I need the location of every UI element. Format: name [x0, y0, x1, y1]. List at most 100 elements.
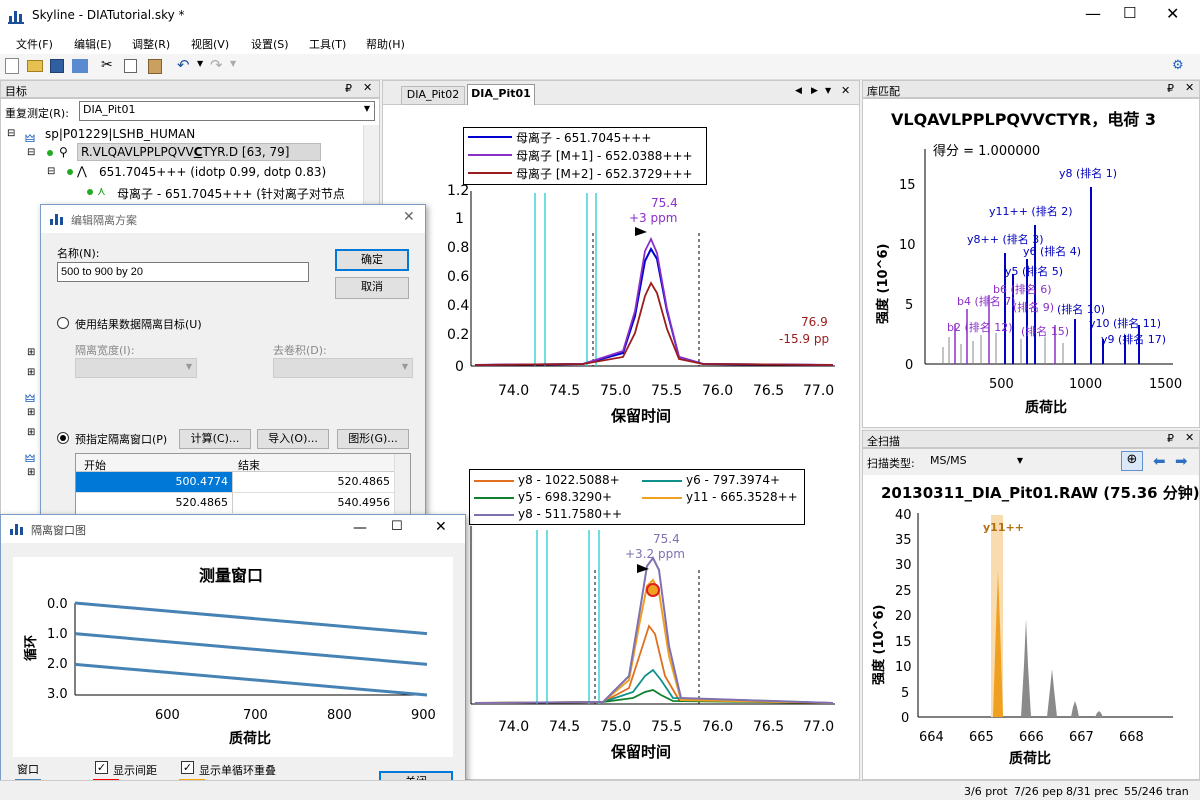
paste-icon[interactable] — [148, 59, 162, 74]
y-tick: 1 — [455, 211, 464, 227]
redo-dropdown-icon[interactable]: ▼ — [230, 59, 236, 68]
close-icon[interactable]: ✕ — [1166, 4, 1179, 23]
legend-swatch — [468, 172, 512, 174]
status-peptides: 7/26 pep — [1014, 785, 1063, 798]
ion-label: y11++ — [983, 521, 1024, 534]
ok-button[interactable]: 确定 — [335, 249, 409, 271]
table-cell[interactable]: 520.4865 — [232, 472, 394, 492]
table-cell[interactable]: 520.4865 — [76, 493, 232, 513]
cancel-button[interactable]: 取消 — [335, 277, 409, 299]
new-file-icon[interactable] — [5, 58, 19, 74]
tab-next-icon[interactable]: ▶ — [811, 86, 818, 96]
collapse-icon[interactable]: ⊟ — [7, 128, 15, 139]
targets-close-icon[interactable]: ✕ — [363, 81, 372, 94]
fullscan-close-icon[interactable]: ✕ — [1185, 431, 1194, 444]
cut-icon[interactable]: ✂ — [101, 57, 113, 73]
radio-use-results[interactable] — [57, 317, 69, 329]
scan-type-label: 扫描类型: — [867, 457, 915, 470]
save-icon[interactable] — [50, 59, 64, 73]
menu-settings[interactable]: 设置(S) — [251, 36, 289, 52]
menu-help[interactable]: 帮助(H) — [366, 36, 405, 52]
window-chart-area: 测量窗口 0.0 1.0 2.0 3.0 600 700 800 900 质荷比… — [13, 557, 453, 757]
dialog-close-icon[interactable]: ✕ — [403, 209, 415, 225]
arrow-right-icon[interactable]: ➡ — [1175, 452, 1188, 470]
table-row[interactable]: 520.4865 540.4956 — [76, 492, 394, 513]
tab-dia-pit01[interactable]: DIA_Pit01 — [467, 84, 535, 105]
table-row[interactable]: 500.4774 520.4865 — [76, 472, 394, 492]
fullscan-spectrum: 20130311_DIA_Pit01.RAW (75.36 分钟) 40 35 … — [871, 484, 1199, 767]
copy-icon[interactable] — [124, 59, 137, 73]
x-tick: 76.0 — [702, 383, 733, 399]
collapse-icon[interactable]: ⊟ — [27, 147, 35, 158]
menu-tools[interactable]: 工具(T) — [309, 36, 346, 52]
table-scrollbar[interactable] — [394, 454, 410, 516]
fullscan-pane: 扫描类型: MS/MS ▼ ⊕ ⬅ ➡ 20130311_DIA_Pit01.R… — [862, 448, 1200, 780]
import-icon[interactable] — [72, 59, 88, 73]
zoom-icon[interactable]: ⊕ — [1121, 451, 1143, 471]
options-icon[interactable]: ⚙ — [1172, 58, 1184, 73]
import-button[interactable]: 导入(O)... — [257, 429, 329, 449]
peak-label: y6 (排名 4) — [1023, 244, 1081, 258]
x-tick: 77.0 — [803, 719, 834, 735]
tab-menu-icon[interactable]: ▼ — [825, 86, 831, 95]
collapse-icon[interactable]: ⊟ — [47, 166, 55, 177]
menu-refine[interactable]: 调整(R) — [132, 36, 170, 52]
open-folder-icon[interactable] — [27, 60, 43, 72]
peptide-node[interactable]: R.VLQAVLPPLPQVVCTYR.D [63, 79] — [77, 143, 321, 161]
selected-point-icon[interactable] — [646, 583, 660, 597]
expand-icon[interactable]: ⊞ — [27, 467, 35, 478]
undo-icon[interactable]: ↶ — [177, 56, 190, 74]
scan-type-select[interactable]: MS/MS ▼ — [927, 453, 1027, 471]
y-tick: 1.2 — [447, 183, 469, 199]
expand-icon[interactable]: ⊞ — [27, 427, 35, 438]
pin-icon[interactable]: ₽ — [1167, 82, 1174, 95]
undo-dropdown-icon[interactable]: ▼ — [197, 59, 203, 68]
name-input[interactable] — [57, 262, 309, 282]
y-tick: 3.0 — [47, 687, 68, 702]
minimize-icon[interactable]: — — [353, 520, 367, 536]
pin-icon[interactable]: ₽ — [1167, 432, 1174, 445]
y-tick: 1.0 — [47, 627, 68, 642]
fragment-legend: y8 - 1022.5088+ y6 - 797.3974+ y5 - 698.… — [469, 469, 805, 525]
expand-icon[interactable]: ⊞ — [27, 347, 35, 358]
maximize-icon[interactable]: ☐ — [1123, 4, 1136, 22]
isolation-width-select[interactable]: ▼ — [75, 358, 197, 378]
minimize-icon[interactable]: — — [1085, 4, 1101, 23]
expand-icon[interactable]: ⊞ — [27, 367, 35, 378]
tab-prev-icon[interactable]: ◀ — [795, 86, 802, 96]
peak-label: (排名 9) — [1013, 300, 1054, 314]
menu-view[interactable]: 视图(V) — [191, 36, 229, 52]
show-overlap-label: 显示单循环重叠 — [199, 764, 276, 777]
calculate-button[interactable]: 计算(C)... — [179, 429, 251, 449]
menu-edit[interactable]: 编辑(E) — [74, 36, 112, 52]
peptide-seq-a: R.VLQAVLPPLPQVV — [81, 145, 194, 159]
expand-icon[interactable]: ⊞ — [27, 407, 35, 418]
dialog-close-icon[interactable]: ✕ — [435, 519, 447, 535]
graph-button[interactable]: 图形(G)... — [337, 429, 409, 449]
redo-icon[interactable]: ↷ — [210, 56, 223, 74]
replicate-value: DIA_Pit01 — [83, 103, 136, 116]
table-cell[interactable]: 540.4956 — [232, 493, 394, 513]
deconvolution-select[interactable]: ▼ — [273, 358, 413, 378]
protein-node[interactable]: sp|P01229|LSHB_HUMAN — [45, 127, 195, 141]
radio-predefined[interactable] — [57, 432, 69, 444]
arrow-left-icon[interactable]: ⬅ — [1153, 452, 1166, 470]
y8-double-trace — [474, 556, 834, 704]
x-tick: 600 — [155, 708, 180, 723]
chrom-close-icon[interactable]: ✕ — [841, 84, 850, 97]
x-ticks: 664 665 666 667 668 — [919, 730, 1144, 745]
replicate-select[interactable]: DIA_Pit01 ▼ — [79, 101, 375, 121]
legend-swatch — [468, 154, 512, 156]
precursor-node[interactable]: 651.7045+++ (idotp 0.99, dotp 0.83) — [99, 165, 326, 179]
protein-icon: 🜲 — [25, 132, 36, 145]
pin-icon[interactable]: ₽ — [345, 82, 352, 95]
show-overlap-checkbox[interactable]: ✓ — [181, 761, 194, 774]
library-close-icon[interactable]: ✕ — [1185, 81, 1194, 94]
table-cell[interactable]: 500.4774 — [76, 472, 232, 492]
maximize-icon[interactable]: ☐ — [391, 519, 403, 534]
show-gaps-checkbox[interactable]: ✓ — [95, 761, 108, 774]
tab-dia-pit02[interactable]: DIA_Pit02 — [401, 86, 465, 105]
menu-file[interactable]: 文件(F) — [16, 36, 53, 52]
transition-node[interactable]: 母离子 - 651.7045+++ (针对离子对节点 — [117, 185, 345, 202]
m1-trace — [474, 236, 834, 366]
